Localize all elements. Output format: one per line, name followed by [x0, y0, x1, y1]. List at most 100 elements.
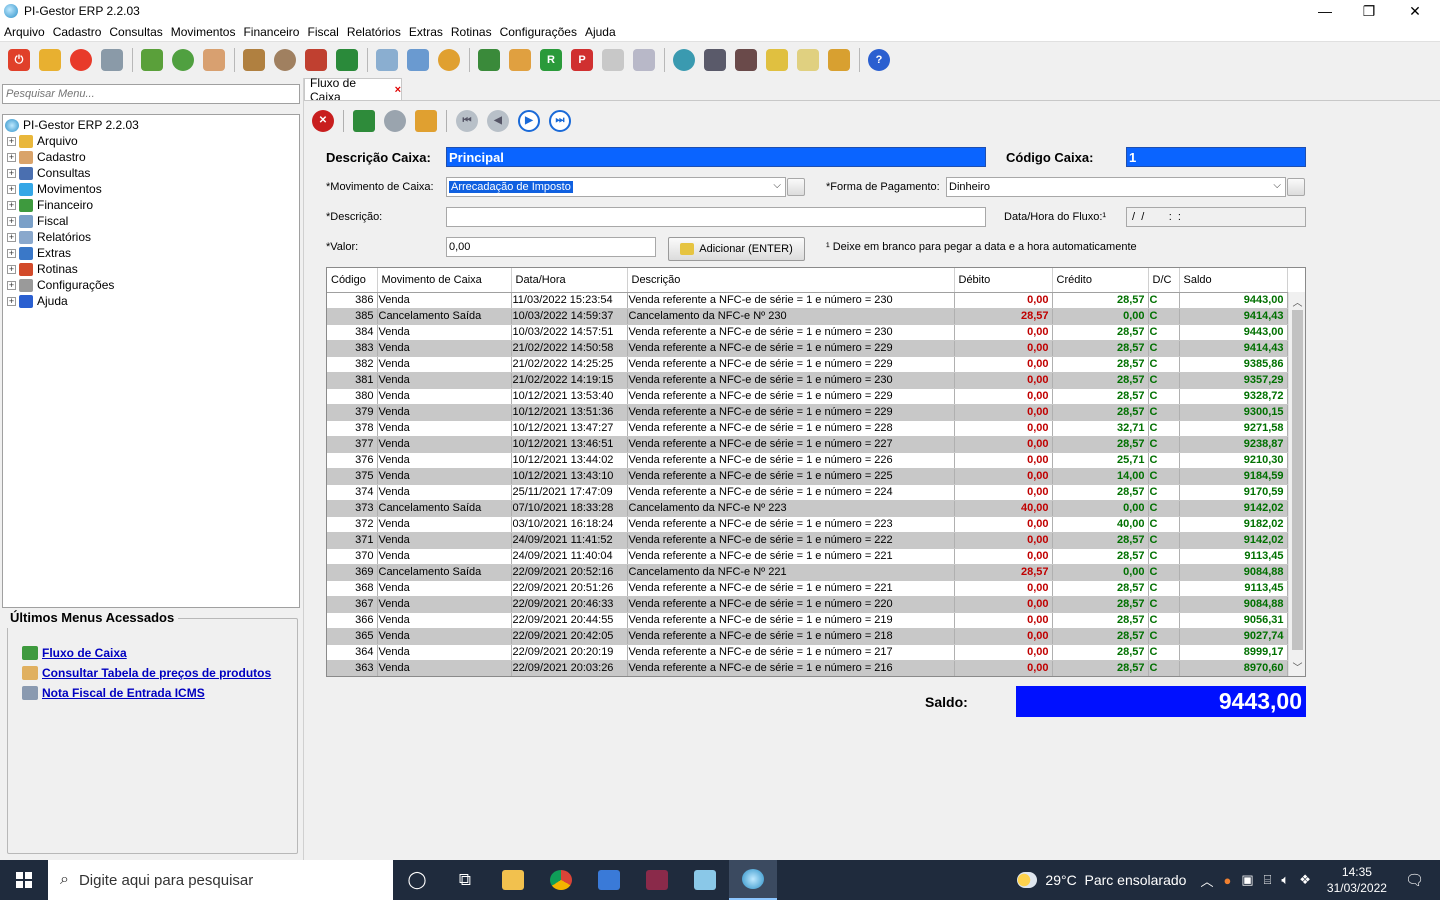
chart-icon[interactable] — [415, 109, 437, 132]
expand-icon[interactable]: + — [7, 152, 16, 162]
table-row[interactable]: 378 Venda 10/12/2021 13:47:27 Venda referen… — [327, 420, 1288, 437]
printer-icon[interactable] — [101, 49, 123, 71]
next-record-icon[interactable]: ▶ — [518, 109, 540, 132]
scroll-down-icon[interactable]: ﹀ — [1289, 659, 1305, 674]
expand-icon[interactable]: + — [7, 248, 16, 258]
sync-icon[interactable] — [438, 49, 460, 71]
monitor-icon[interactable] — [336, 49, 358, 71]
previous-record-icon[interactable]: ◀ — [487, 109, 509, 132]
clock[interactable]: 14:35 31/03/2022 — [1327, 864, 1387, 896]
minimize-button[interactable]: — — [1302, 0, 1348, 22]
expand-icon[interactable]: + — [7, 136, 16, 146]
tree-item-configuracoes[interactable]: + Configurações — [7, 277, 297, 293]
device-icon[interactable]: ▣ — [1241, 872, 1253, 888]
maximize-button[interactable]: ❐ — [1346, 0, 1392, 22]
volume-icon[interactable]: 🔈︎ — [1281, 872, 1289, 888]
column-header[interactable]: Data/Hora — [511, 268, 628, 293]
pencil-icon[interactable] — [766, 49, 788, 71]
pi-gestor-taskbar-icon[interactable] — [729, 860, 777, 900]
file-explorer-icon[interactable] — [489, 860, 537, 900]
column-header[interactable]: Crédito — [1052, 268, 1149, 293]
data-hora-input[interactable]: / / : : — [1126, 207, 1306, 227]
expand-icon[interactable]: + — [7, 184, 16, 194]
menu-cadastro[interactable]: Cadastro — [49, 25, 106, 39]
table-row[interactable]: 369 Cancelamento Saída 22/09/2021 20:52:16… — [327, 564, 1288, 581]
table-row[interactable]: 371 Venda 24/09/2021 11:41:52 Venda referen… — [327, 532, 1288, 549]
table-row[interactable]: 363 Venda 22/09/2021 20:03:26 Venda referen… — [327, 660, 1288, 676]
forma-lookup-button[interactable] — [1287, 178, 1305, 196]
recent-menu-link[interactable]: Consultar Tabela de preços de produtos — [42, 666, 271, 680]
products-icon[interactable] — [243, 49, 265, 71]
transport-icon[interactable] — [274, 49, 296, 71]
tree-root[interactable]: PI-Gestor ERP 2.2.03 — [5, 117, 297, 133]
expand-icon[interactable]: + — [7, 200, 16, 210]
expand-icon[interactable]: + — [7, 232, 16, 242]
last-record-icon[interactable]: ⏭ — [549, 109, 571, 132]
cortana-icon[interactable]: ◯ — [393, 860, 441, 900]
table-row[interactable]: 376 Venda 10/12/2021 13:44:02 Venda referen… — [327, 452, 1288, 469]
menu-rotinas[interactable]: Rotinas — [447, 25, 496, 39]
menu-ajuda[interactable]: Ajuda — [581, 25, 620, 39]
calendar-icon[interactable] — [704, 49, 726, 71]
table-row[interactable]: 386 Venda 11/03/2022 15:23:54 Venda referen… — [327, 292, 1288, 309]
book-icon[interactable] — [828, 49, 850, 71]
tree-item-movimentos[interactable]: + Movimentos — [7, 181, 297, 197]
refresh-icon[interactable] — [384, 109, 406, 132]
delete-icon[interactable]: ✕ — [312, 109, 334, 132]
menu-arquivo[interactable]: Arquivo — [0, 25, 49, 39]
start-button[interactable] — [0, 860, 48, 900]
schedule-icon[interactable] — [735, 49, 757, 71]
grid-scrollbar[interactable]: ︿ ﹀ — [1288, 292, 1305, 676]
expand-icon[interactable]: + — [7, 216, 16, 226]
edit-doc-icon[interactable] — [602, 49, 624, 71]
search-doc-icon[interactable] — [376, 49, 398, 71]
tab-fluxo-de-caixa[interactable]: Fluxo de Caixa × — [304, 76, 402, 104]
tab-close-icon[interactable]: × — [395, 84, 401, 96]
table-row[interactable]: 382 Venda 21/02/2022 14:25:25 Venda referen… — [327, 356, 1288, 373]
add-item-icon[interactable] — [509, 49, 531, 71]
notepad-icon[interactable] — [681, 860, 729, 900]
movimento-lookup-button[interactable] — [787, 178, 805, 196]
edit-list-icon[interactable] — [633, 49, 655, 71]
taskbar-search[interactable]: ⌕ Digite aqui para pesquisar — [48, 860, 393, 900]
column-header[interactable]: Descrição — [627, 268, 955, 293]
tree-item-arquivo[interactable]: + Arquivo — [7, 133, 297, 149]
table-row[interactable]: 364 Venda 22/09/2021 20:20:19 Venda referen… — [327, 644, 1288, 661]
codigo-caixa-field[interactable]: 1 — [1126, 147, 1306, 167]
tree-item-rotinas[interactable]: + Rotinas — [7, 261, 297, 277]
table-row[interactable]: 374 Venda 25/11/2021 17:47:09 Venda referen… — [327, 484, 1288, 501]
tree-item-fiscal[interactable]: + Fiscal — [7, 213, 297, 229]
column-header[interactable]: Saldo — [1179, 268, 1288, 293]
menu-search-input[interactable] — [2, 84, 300, 104]
menu-extras[interactable]: Extras — [405, 25, 447, 39]
descricao-caixa-field[interactable]: Principal — [446, 147, 986, 167]
user-icon[interactable] — [172, 49, 194, 71]
notifications-icon[interactable]: 🗨︎ — [1405, 871, 1424, 889]
chevron-down-icon[interactable]: ⌵ — [1273, 180, 1281, 191]
tree-item-relatorios[interactable]: + Relatórios — [7, 229, 297, 245]
menu-movimentos[interactable]: Movimentos — [167, 25, 240, 39]
table-row[interactable]: 373 Cancelamento Saída 07/10/2021 18:33:28… — [327, 500, 1288, 517]
search-list-icon[interactable] — [407, 49, 429, 71]
chevron-up-icon[interactable]: ︿ — [1200, 871, 1213, 890]
column-header[interactable]: D/C — [1148, 268, 1180, 293]
winrar-icon[interactable] — [633, 860, 681, 900]
expand-icon[interactable]: + — [7, 168, 16, 178]
table-row[interactable]: 385 Cancelamento Saída 10/03/2022 14:59:37… — [327, 308, 1288, 325]
handshake-icon[interactable] — [203, 49, 225, 71]
close-button[interactable]: ✕ — [1392, 0, 1438, 22]
menu-financeiro[interactable]: Financeiro — [239, 25, 303, 39]
chrome-icon[interactable] — [537, 860, 585, 900]
movimento-caixa-select[interactable]: Arrecadação de Imposto ⌵ — [446, 177, 786, 197]
table-row[interactable]: 365 Venda 22/09/2021 20:42:05 Venda referen… — [327, 628, 1288, 645]
column-header[interactable]: Código — [327, 268, 378, 293]
report-r-icon[interactable]: R — [540, 49, 562, 71]
table-row[interactable]: 375 Venda 10/12/2021 13:43:10 Venda referen… — [327, 468, 1288, 485]
notes-icon[interactable] — [797, 49, 819, 71]
recent-menu-link[interactable]: Nota Fiscal de Entrada ICMS — [42, 686, 205, 700]
table-row[interactable]: 381 Venda 21/02/2022 14:19:15 Venda referen… — [327, 372, 1288, 389]
column-header[interactable]: Movimento de Caixa — [377, 268, 512, 293]
table-row[interactable]: 372 Venda 03/10/2021 16:18:24 Venda referen… — [327, 516, 1288, 533]
scroll-thumb[interactable] — [1292, 310, 1303, 650]
table-row[interactable]: 383 Venda 21/02/2022 14:50:58 Venda referen… — [327, 340, 1288, 357]
